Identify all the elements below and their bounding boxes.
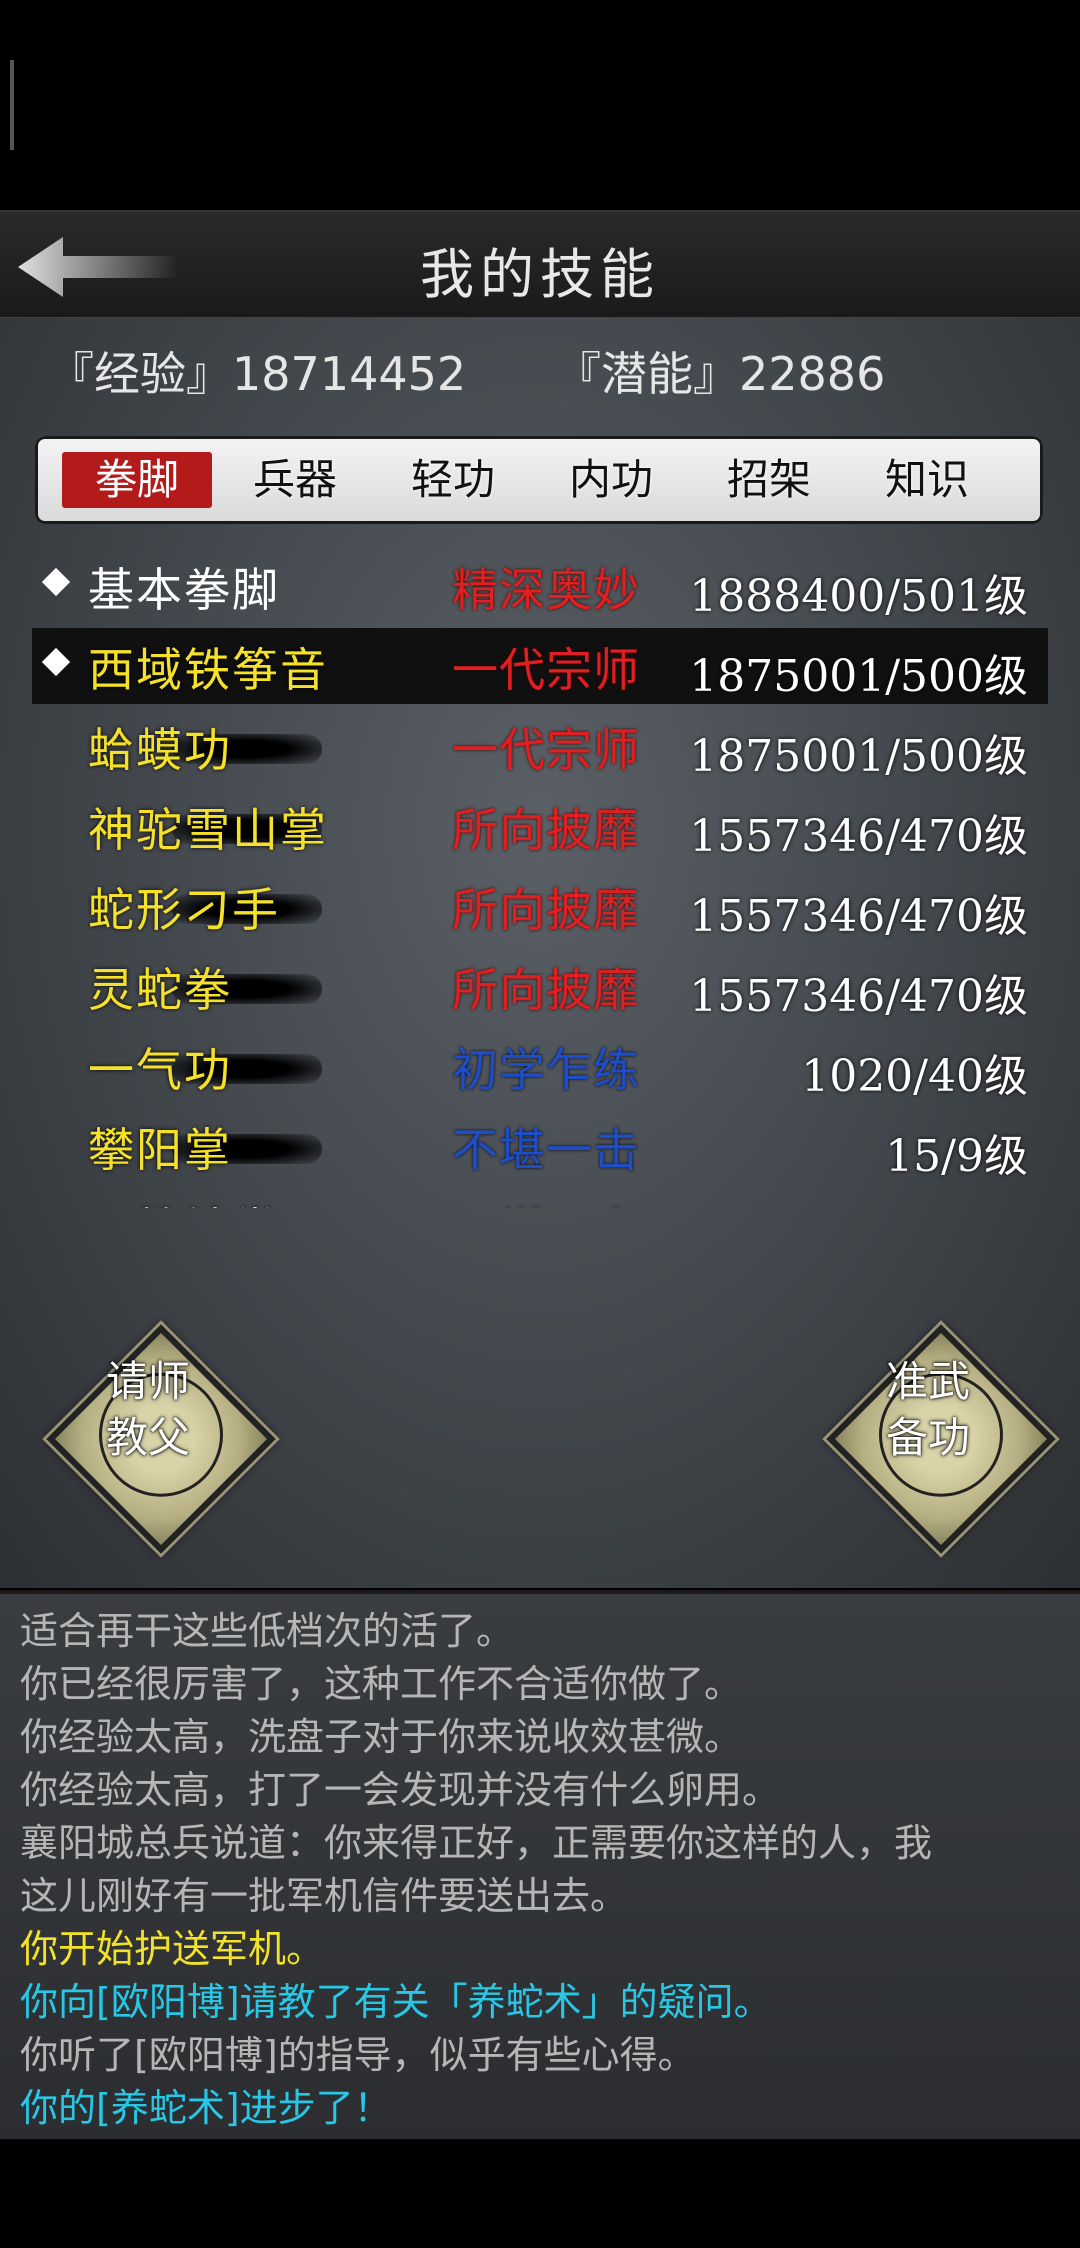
log-line: 适合再干这些低档次的活了。 xyxy=(20,1609,515,1653)
log-line: 你的[养蛇术]进步了！ xyxy=(20,2086,392,2130)
log-line: 你听了[欧阳博]的指导，似乎有些心得。 xyxy=(20,2033,696,2077)
tab-fist[interactable]: 拳脚 xyxy=(62,452,212,508)
prepare-skill-label-line1: 准武 xyxy=(885,1357,970,1406)
skill-row[interactable]: 蛇形刁手 所向披靡 1557346/470级 xyxy=(32,868,1048,944)
skill-row[interactable]: 一气功 初学乍练 1020/40级 xyxy=(32,1028,1048,1104)
skill-level: 一代宗师 xyxy=(452,643,640,697)
log-line: 这儿刚好有一批军机信件要送出去。 xyxy=(20,1874,629,1918)
skill-name: 灵蛇拳 xyxy=(88,963,232,1017)
equipped-diamond-icon xyxy=(41,567,71,597)
potential-stat: 『潜能』22886 xyxy=(555,347,886,401)
equipped-diamond-icon xyxy=(41,647,71,677)
skill-exp: 1875001/500级 xyxy=(689,651,1028,702)
header: 我的技能 xyxy=(0,210,1080,320)
skill-row[interactable]: 灵蛇拳 所向披靡 1557346/470级 xyxy=(32,948,1048,1024)
tab-lightness[interactable]: 轻功 xyxy=(378,452,528,508)
bottom-bar xyxy=(0,2140,1080,2248)
ask-master-label: 请师 教父 xyxy=(78,1354,218,1466)
page-title: 我的技能 xyxy=(420,243,660,306)
status-bar xyxy=(0,0,1080,205)
skill-exp: 1020/40级 xyxy=(801,1051,1028,1102)
skill-exp: 1557346/470级 xyxy=(689,891,1028,942)
message-log[interactable]: 适合再干这些低档次的活了。你已经很厉害了，这种工作不合适你做了。 你经验太高，洗盘… xyxy=(0,1590,1080,2139)
skill-row[interactable]: 攀阳掌 不堪一击 15/9级 xyxy=(32,1108,1048,1184)
skill-level: 一代宗师 xyxy=(452,723,640,777)
skill-level: 所向披靡 xyxy=(452,803,640,857)
log-line: 你已经很厉害了，这种工作不合适你做了。 xyxy=(20,1662,743,1706)
skill-name: 一气功 xyxy=(88,1043,232,1097)
skill-name: 蛇形刁手 xyxy=(88,883,280,937)
skill-exp: 1557346/470级 xyxy=(689,811,1028,862)
experience-stat: 『经验』18714452 xyxy=(48,347,467,401)
skill-name: 攀阳掌 xyxy=(88,1123,232,1177)
skill-exp: 1557346/470级 xyxy=(689,971,1028,1022)
skill-category-tabs: 拳脚 兵器 轻功 内功 招架 知识 xyxy=(35,436,1043,524)
skills-panel: 『经验』18714452 『潜能』22886 拳脚 兵器 轻功 内功 招架 知识… xyxy=(0,318,1080,1588)
skill-row[interactable]: 基本拳脚 精深奥妙 1888400/501级 xyxy=(32,548,1048,624)
tab-knowledge[interactable]: 知识 xyxy=(852,452,1002,508)
skill-level: 所向披靡 xyxy=(452,883,640,937)
prepare-skill-label-line2: 备功 xyxy=(885,1413,970,1462)
skill-level: 所向披靡 xyxy=(452,963,640,1017)
skill-name: 基本拳脚 xyxy=(88,563,280,617)
tab-weapon[interactable]: 兵器 xyxy=(220,452,370,508)
ask-master-label-line1: 请师 xyxy=(105,1357,190,1406)
skill-name: 西域铁筝音 xyxy=(88,643,328,697)
tab-internal[interactable]: 内功 xyxy=(536,452,686,508)
prepare-skill-label: 准武 备功 xyxy=(858,1354,998,1466)
skill-exp: 1875001/500级 xyxy=(689,731,1028,782)
skill-name: 五煞神掌 xyxy=(88,1194,280,1208)
log-line: 你向[欧阳博]请教了有关「养蛇术」的疑问。 xyxy=(20,1980,772,2024)
skill-level: 初学乍练 xyxy=(452,1043,640,1097)
ask-master-label-line2: 教父 xyxy=(105,1413,190,1462)
skill-level: 不堪一击 xyxy=(452,1194,640,1208)
skill-row[interactable]: 西域铁筝音 一代宗师 1875001/500级 xyxy=(32,628,1048,704)
stats-bar: 『经验』18714452 『潜能』22886 xyxy=(0,338,1080,408)
skill-exp: 1/1级 xyxy=(913,1200,1028,1208)
status-indicator xyxy=(10,60,14,150)
log-line: 你开始护送军机。 xyxy=(20,1927,325,1971)
tab-parry[interactable]: 招架 xyxy=(694,452,844,508)
skill-level: 不堪一击 xyxy=(452,1123,640,1177)
log-line: 你经验太高，打了一会发现并没有什么卵用。 xyxy=(20,1768,781,1812)
skill-level: 精深奥妙 xyxy=(452,563,640,617)
skill-row[interactable]: 蛤蟆功 一代宗师 1875001/500级 xyxy=(32,708,1048,784)
skill-list: 基本拳脚 精深奥妙 1888400/501级 西域铁筝音 一代宗师 1875001/500… xyxy=(32,548,1048,1208)
skill-row[interactable]: 五煞神掌 不堪一击 1/1级 xyxy=(32,1188,1048,1208)
skill-name: 神驼雪山掌 xyxy=(88,803,328,857)
skill-exp: 15/9级 xyxy=(885,1131,1028,1182)
skill-row[interactable]: 神驼雪山掌 所向披靡 1557346/470级 xyxy=(32,788,1048,864)
skill-exp: 1888400/501级 xyxy=(689,571,1028,622)
log-line: 你经验太高，洗盘子对于你来说收效甚微。 xyxy=(20,1715,743,1759)
log-line: 襄阳城总兵说道：你来得正好，正需要你这样的人，我 xyxy=(20,1821,933,1865)
skill-name: 蛤蟆功 xyxy=(88,723,232,777)
